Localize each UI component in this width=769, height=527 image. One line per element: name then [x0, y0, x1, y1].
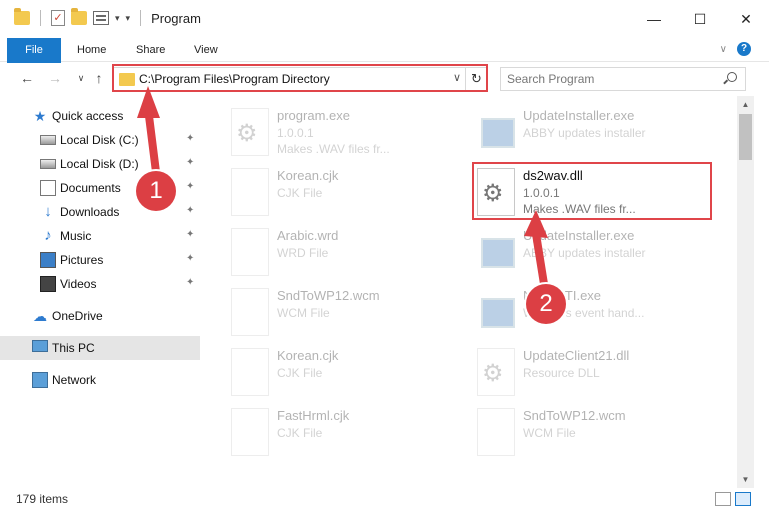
step-badge-2: 2: [526, 284, 566, 324]
arrow-shaft-2: [532, 233, 548, 285]
annotation-arrows: [137, 86, 548, 285]
arrow-head-2: [524, 210, 548, 238]
step-badge-1: 1: [136, 171, 176, 211]
arrow-shaft-1: [145, 115, 160, 173]
arrow-head-1: [137, 86, 160, 118]
